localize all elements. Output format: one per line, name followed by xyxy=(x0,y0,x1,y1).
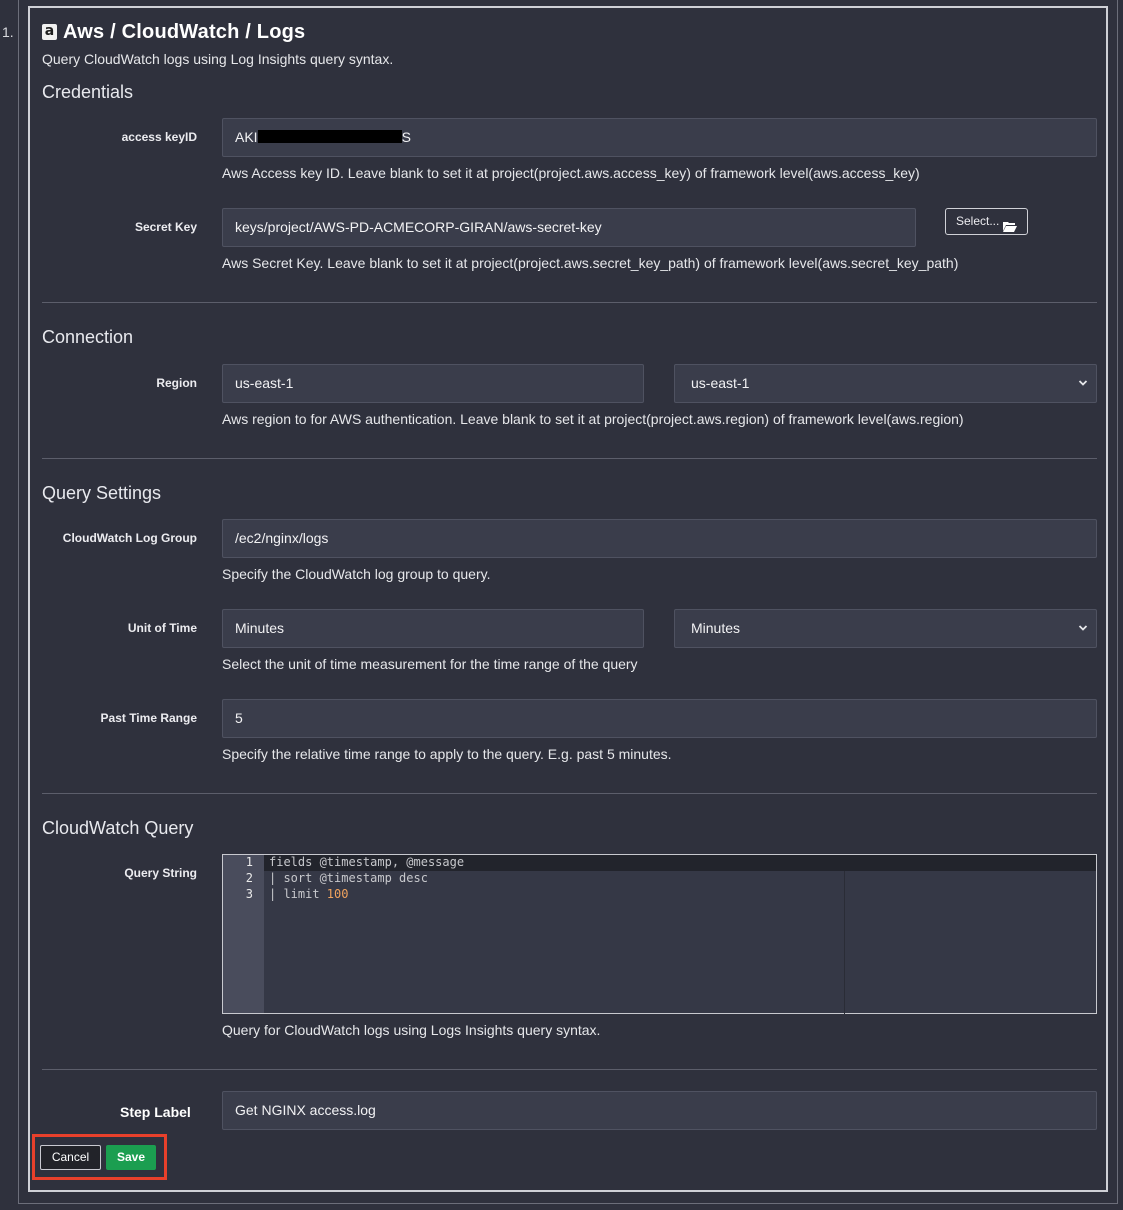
step-editor-panel: a Aws / CloudWatch / Logs Query CloudWat… xyxy=(28,6,1108,1192)
section-title-connection: Connection xyxy=(42,327,134,347)
secret-key-help: Aws Secret Key. Leave blank to set it at… xyxy=(222,255,959,271)
line-number: 3 xyxy=(245,887,253,901)
query-code-editor[interactable]: 1 2 3 fields @timestamp, @message | sort… xyxy=(222,854,1097,1014)
plugin-title: Aws / CloudWatch / Logs xyxy=(63,20,306,43)
line-number: 2 xyxy=(245,871,253,885)
unit-of-time-select[interactable]: Minutes xyxy=(674,609,1097,648)
section-title-credentials: Credentials xyxy=(42,82,134,102)
past-time-range-input[interactable]: 5 xyxy=(222,699,1097,738)
log-group-input[interactable]: /ec2/nginx/logs xyxy=(222,519,1097,558)
past-time-range-label: Past Time Range xyxy=(100,711,197,725)
folder-open-icon xyxy=(1003,216,1018,232)
log-group-help: Specify the CloudWatch log group to quer… xyxy=(222,566,491,582)
code-line: | limit 100 xyxy=(269,887,348,901)
access-key-value-suffix: S xyxy=(401,129,411,145)
region-help: Aws region to for AWS authentication. Le… xyxy=(222,411,964,427)
region-input[interactable]: us-east-1 xyxy=(222,364,644,403)
region-label: Region xyxy=(156,376,197,390)
save-button[interactable]: Save xyxy=(106,1145,156,1170)
aws-icon: a xyxy=(42,24,57,40)
unit-of-time-input[interactable]: Minutes xyxy=(222,609,644,648)
access-key-help: Aws Access key ID. Leave blank to set it… xyxy=(222,165,920,181)
divider xyxy=(42,458,1097,459)
print-margin xyxy=(844,871,845,1014)
plugin-description: Query CloudWatch logs using Log Insights… xyxy=(42,51,394,67)
unit-of-time-help: Select the unit of time measurement for … xyxy=(222,656,638,672)
code-line: fields @timestamp, @message xyxy=(269,855,465,869)
query-string-label: Query String xyxy=(124,866,197,880)
redacted-block xyxy=(257,130,402,143)
line-number: 1 xyxy=(245,855,253,869)
section-title-query-settings: Query Settings xyxy=(42,483,162,503)
select-secret-key-button[interactable]: Select... xyxy=(945,208,1029,235)
chevron-down-icon xyxy=(1078,610,1088,663)
code-number-token: 100 xyxy=(326,887,349,901)
access-key-value-prefix: AKI xyxy=(235,129,258,145)
access-key-label: access keyID xyxy=(121,130,197,144)
plugin-header: a Aws / CloudWatch / Logs xyxy=(42,18,305,46)
code-line: | sort @timestamp desc xyxy=(269,871,428,885)
region-select-value: us-east-1 xyxy=(691,375,750,391)
region-select[interactable]: us-east-1 xyxy=(674,364,1097,403)
log-group-label: CloudWatch Log Group xyxy=(62,531,197,545)
cancel-button[interactable]: Cancel xyxy=(40,1145,101,1170)
section-title-cloudwatch-query: CloudWatch Query xyxy=(42,818,194,838)
unit-of-time-label: Unit of Time xyxy=(127,621,197,635)
past-time-range-help: Specify the relative time range to apply… xyxy=(222,746,672,762)
step-label-input[interactable]: Get NGINX access.log xyxy=(222,1091,1097,1130)
unit-of-time-select-value: Minutes xyxy=(691,620,741,636)
secret-key-label: Secret Key xyxy=(134,220,197,234)
query-string-help: Query for CloudWatch logs using Logs Ins… xyxy=(222,1022,601,1038)
secret-key-input[interactable]: keys/project/AWS-PD-ACMECORP-GIRAN/aws-s… xyxy=(222,208,916,247)
divider xyxy=(42,793,1097,794)
divider xyxy=(42,1069,1097,1070)
divider xyxy=(42,302,1097,303)
select-button-label: Select... xyxy=(956,214,1000,228)
step-number: 1. xyxy=(2,24,14,40)
step-label-label: Step Label xyxy=(120,1104,191,1120)
code-text: | limit xyxy=(269,887,327,901)
chevron-down-icon xyxy=(1078,365,1088,418)
access-key-input[interactable]: AKI S xyxy=(222,118,1097,157)
